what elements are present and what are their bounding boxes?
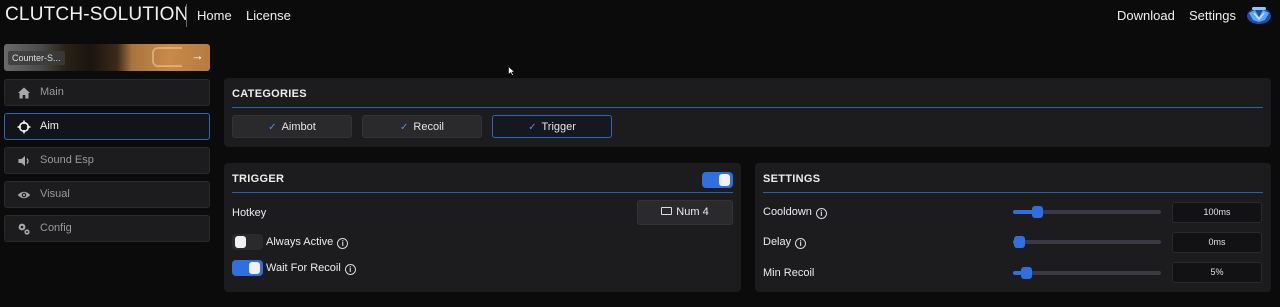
game-banner[interactable]: Counter-S... → xyxy=(4,44,210,71)
trigger-enable-toggle[interactable] xyxy=(702,172,733,188)
slider-thumb[interactable] xyxy=(1014,236,1025,248)
sidebar-item-sound-esp[interactable]: Sound Esp xyxy=(4,147,210,174)
category-label: Recoil xyxy=(413,121,444,133)
category-aimbot-button[interactable]: ✓ Aimbot xyxy=(232,115,352,138)
panel-divider xyxy=(232,192,733,193)
sidebar-item-visual[interactable]: Visual xyxy=(4,181,210,208)
settings-panel: SETTINGS Cooldown i 100ms Delay i 0ms Min … xyxy=(755,163,1271,292)
sidebar-item-config[interactable]: Config xyxy=(4,215,210,242)
checkmark-icon: ✓ xyxy=(400,122,409,133)
eye-icon xyxy=(17,191,31,199)
nav-settings-link[interactable]: Settings xyxy=(1189,8,1236,23)
trigger-panel: TRIGGER Hotkey Num 4 Always Active i Wait… xyxy=(224,163,741,292)
hotkey-value: Num 4 xyxy=(676,206,709,218)
nav-license-link[interactable]: License xyxy=(246,8,291,23)
mouse-cursor-icon xyxy=(508,66,516,76)
sidebar-item-main[interactable]: Main xyxy=(4,79,210,106)
keyboard-icon xyxy=(661,207,673,215)
hotkey-button[interactable]: Num 4 xyxy=(637,200,733,225)
brand-logo-text[interactable]: CLUTCH-SOLUTION xyxy=(5,4,189,26)
checkmark-icon: ✓ xyxy=(268,122,277,133)
brand-divider xyxy=(186,4,187,27)
cooldown-label: Cooldown i xyxy=(763,206,827,219)
settings-title: SETTINGS xyxy=(763,173,821,185)
min-recoil-value[interactable]: 5% xyxy=(1172,262,1262,283)
sidebar-item-aim[interactable]: Aim xyxy=(4,113,210,140)
category-label: Aimbot xyxy=(281,121,316,133)
gears-icon xyxy=(18,223,30,235)
sidebar-item-label: Sound Esp xyxy=(40,154,94,166)
min-recoil-label: Min Recoil xyxy=(763,267,815,279)
checkmark-icon: ✓ xyxy=(528,122,537,133)
info-icon[interactable]: i xyxy=(344,264,356,275)
categories-title: CATEGORIES xyxy=(232,88,307,100)
wait-for-recoil-label: Wait For Recoil i xyxy=(266,262,356,275)
home-icon xyxy=(18,87,30,99)
sidebar-item-label: Aim xyxy=(40,120,59,132)
always-active-toggle[interactable] xyxy=(232,234,263,250)
speaker-icon xyxy=(18,156,29,166)
banner-game-tag: Counter-S... xyxy=(8,51,65,65)
top-bar: CLUTCH-SOLUTION Home License Download Se… xyxy=(0,0,1280,32)
hotkey-label: Hotkey xyxy=(232,207,267,219)
user-avatar-icon[interactable] xyxy=(1246,5,1272,25)
category-recoil-button[interactable]: ✓ Recoil xyxy=(362,115,482,138)
category-label: Trigger xyxy=(541,121,576,133)
always-active-label: Always Active i xyxy=(266,236,349,249)
categories-panel: CATEGORIES ✓ Aimbot ✓ Recoil ✓ Trigger xyxy=(224,78,1271,147)
cooldown-value[interactable]: 100ms xyxy=(1172,202,1262,223)
panel-divider xyxy=(763,192,1263,193)
panel-divider xyxy=(232,107,1263,108)
category-trigger-button[interactable]: ✓ Trigger xyxy=(492,115,612,138)
slider-thumb[interactable] xyxy=(1020,267,1032,279)
sidebar-item-label: Main xyxy=(40,86,64,98)
crosshair-icon xyxy=(17,120,31,134)
delay-slider[interactable] xyxy=(1013,236,1161,248)
sidebar-item-label: Visual xyxy=(40,188,70,200)
min-recoil-slider[interactable] xyxy=(1013,267,1161,279)
wait-for-recoil-toggle[interactable] xyxy=(232,260,263,276)
sidebar-item-label: Config xyxy=(40,222,72,234)
trigger-title: TRIGGER xyxy=(232,173,285,185)
slider-thumb[interactable] xyxy=(1031,206,1043,218)
info-icon[interactable]: i xyxy=(337,238,349,249)
delay-label: Delay i xyxy=(763,236,807,249)
info-icon[interactable]: i xyxy=(795,238,807,249)
nav-home-link[interactable]: Home xyxy=(197,8,232,23)
banner-art-shape xyxy=(152,47,182,67)
info-icon[interactable]: i xyxy=(815,208,827,219)
cooldown-slider[interactable] xyxy=(1013,206,1161,218)
arrow-right-icon[interactable]: → xyxy=(191,48,204,63)
delay-value[interactable]: 0ms xyxy=(1172,232,1262,253)
nav-download-link[interactable]: Download xyxy=(1117,8,1175,23)
